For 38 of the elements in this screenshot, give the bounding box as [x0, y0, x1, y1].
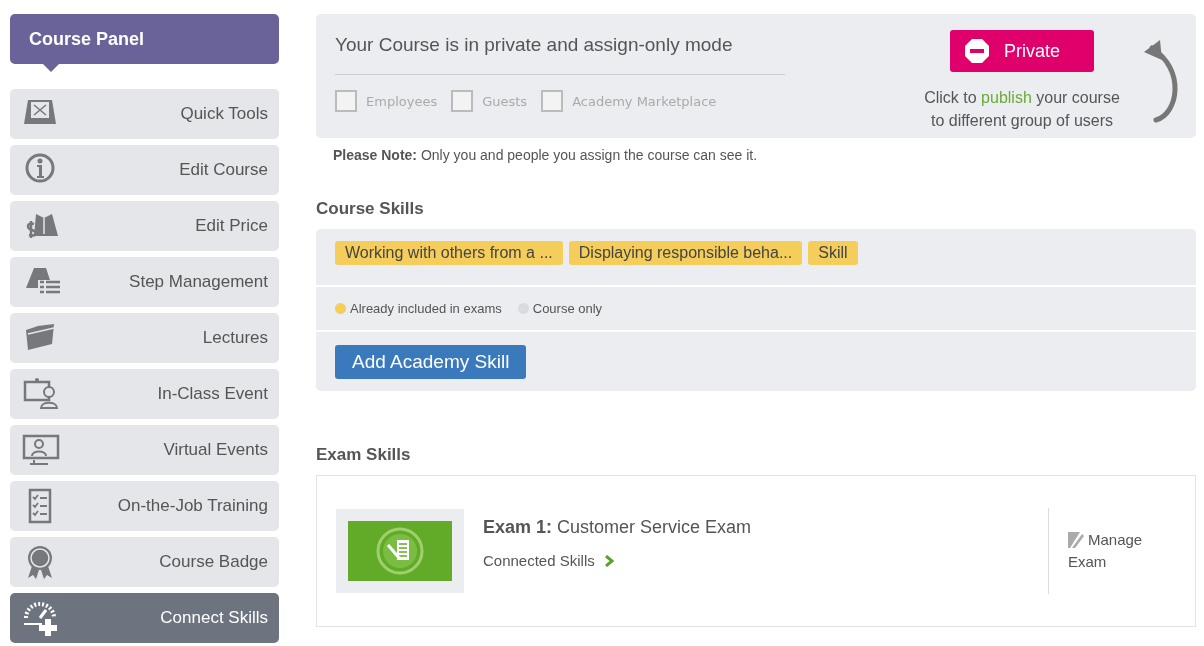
skill-tag[interactable]: Skill [808, 241, 858, 265]
chevron-right-icon [604, 554, 614, 567]
sidebar-item[interactable]: Lectures [10, 313, 279, 363]
sidebar-item[interactable]: Quick Tools [10, 89, 279, 139]
sidebar-item[interactable]: On-the-Job Training [10, 481, 279, 531]
section-heading: Course Skills [316, 199, 425, 219]
sidebar-item[interactable]: Course Badge [10, 537, 279, 587]
sidebar-item[interactable]: Virtual Events [10, 425, 279, 475]
sidebar-item[interactable]: Edit Price [10, 201, 279, 251]
mode-text: Your Course is in private and assign-only mode [335, 34, 785, 75]
stop-sign-icon [964, 38, 990, 64]
manage-exam-link[interactable]: Manage Exam [1068, 529, 1148, 573]
legend-label: Already included in exams [350, 301, 502, 316]
connected-skills-link[interactable]: Connected Skills [483, 552, 614, 569]
checkbox-label: Employees [366, 93, 438, 109]
publish-hint: Click to publish your course to different group of users [923, 88, 1121, 131]
skills-icon [22, 600, 60, 636]
add-skill-button[interactable]: Add Academy Skill [335, 345, 527, 379]
checkbox[interactable] [335, 90, 357, 112]
private-button[interactable]: Private [950, 30, 1094, 72]
header-pointer [43, 64, 59, 72]
sidebar-item[interactable]: Connect Skills [10, 593, 279, 643]
legend-label: Course only [532, 301, 603, 316]
checkbox[interactable] [541, 90, 564, 112]
exam-image-icon [348, 521, 452, 581]
edit-icon [1068, 532, 1084, 548]
skill-tag[interactable]: Working with others from a ... [335, 241, 563, 265]
sidebar-item[interactable]: In-Class Event [10, 369, 279, 419]
exam-title: Exam 1: Customer Service Exam [483, 517, 753, 538]
skill-tag[interactable]: Displaying responsible beha... [568, 241, 803, 265]
checkbox[interactable] [451, 90, 474, 112]
sidebar-item[interactable]: Edit Course [10, 145, 279, 195]
checkbox-label: Guests [482, 93, 528, 109]
checkbox-label: Academy Marketplace [572, 93, 717, 109]
classroom-icon [22, 376, 60, 412]
section-heading: Exam Skills [316, 445, 412, 465]
sidebar-item[interactable]: Step Management [10, 257, 279, 307]
note-text: Please Note: Only you and people you assign the course can see it. [333, 147, 759, 163]
